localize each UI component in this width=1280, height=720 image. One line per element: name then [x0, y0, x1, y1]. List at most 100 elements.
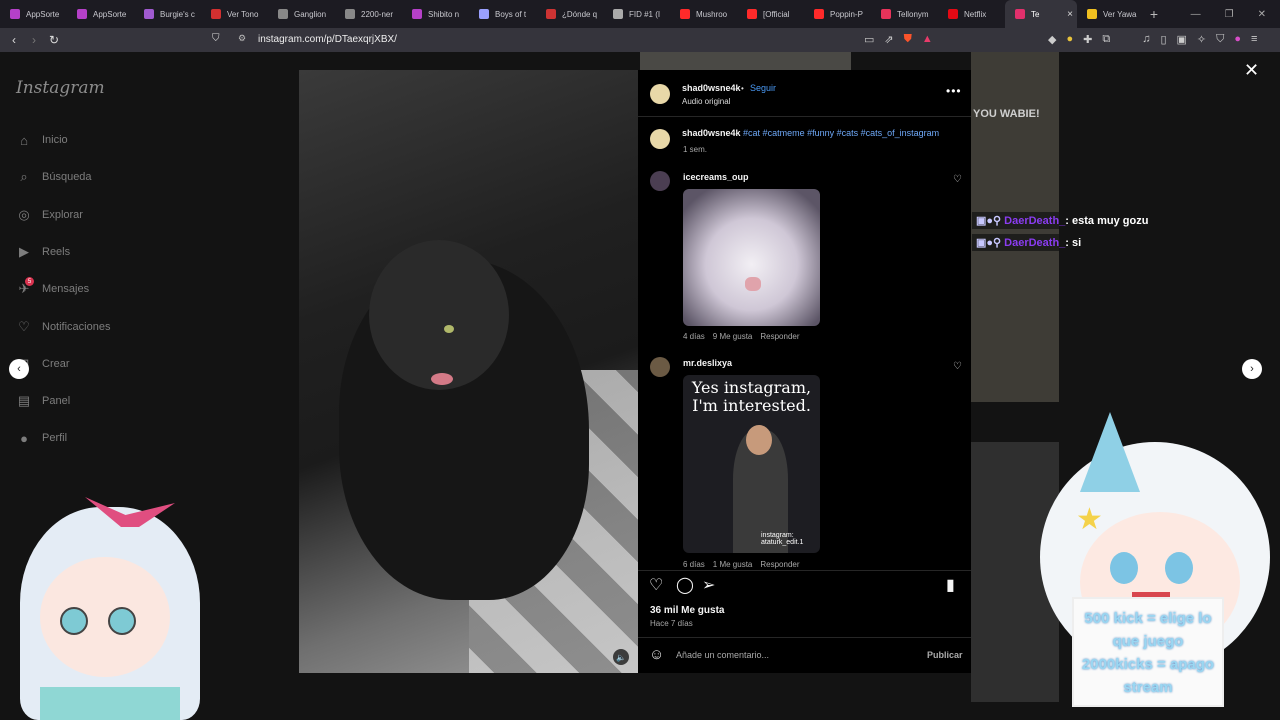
sidebar-item-mensajes[interactable]: ✈ 5 Mensajes [16, 277, 89, 297]
sidebar-item-reels[interactable]: ▶ Reels [16, 244, 70, 260]
sidebar-item-panel[interactable]: ▤ Panel [16, 393, 70, 409]
next-post-icon[interactable]: › [1242, 359, 1262, 379]
leo-icon[interactable]: ✧ [1197, 33, 1206, 46]
browser-tab[interactable]: AppSorte [0, 0, 67, 28]
avatar[interactable] [650, 84, 670, 104]
tab-label: 2200-ner [361, 9, 394, 19]
comment-input[interactable]: Añade un comentario... [676, 650, 769, 660]
sidebar-item-explorar[interactable]: ◎ Explorar [16, 207, 83, 223]
comment-icon[interactable]: ◯ [676, 575, 694, 595]
comment-image[interactable]: Yes instagram, I'm interested. instagram… [683, 375, 820, 553]
browser-tab[interactable]: Netflix [938, 0, 1005, 28]
brave-shield-icon[interactable]: ⛊ [904, 33, 912, 46]
bookmark-icon[interactable]: ⛉ [212, 33, 220, 44]
tab-label: Boys of t [495, 9, 527, 19]
cat-head [369, 240, 509, 390]
browser-tab[interactable]: Mushroo [670, 0, 737, 28]
sidebar-item-búsqueda[interactable]: ⌕ Búsqueda [16, 169, 91, 185]
vpn-icon[interactable]: ⛉ [1216, 33, 1224, 46]
reply-button[interactable]: Responder [760, 560, 799, 569]
site-info-icon[interactable]: ⚙ [238, 33, 246, 44]
tab-favicon-icon [747, 9, 757, 19]
comment-user[interactable]: icecreams_oup [683, 172, 749, 182]
comment-meta: 4 días 9 Me gusta Responder [683, 332, 800, 341]
mute-icon[interactable]: 🔈 [613, 649, 629, 665]
comment-user[interactable]: mr.deslixya [683, 358, 732, 368]
browser-tab[interactable]: Burgie's c [134, 0, 201, 28]
browser-tab[interactable]: FID #1 (I [603, 0, 670, 28]
chat-badge-icon: ▣●⚲ [976, 237, 1002, 249]
restore-icon[interactable]: ❐ [1225, 9, 1234, 20]
comment-likes[interactable]: 9 Me gusta [713, 332, 753, 341]
extension-icon[interactable]: ◆ [1048, 33, 1056, 46]
menu-icon[interactable]: ≡ [1251, 33, 1257, 46]
browser-tab[interactable]: Shibito n [402, 0, 469, 28]
caption-user[interactable]: shad0wsne4k [682, 128, 741, 138]
sidebar-item-perfil[interactable]: ● Perfil [16, 430, 67, 446]
reply-button[interactable]: Responder [760, 332, 799, 341]
extension-icon[interactable]: ⧉ [1102, 33, 1110, 46]
browser-tab[interactable]: AppSorte [67, 0, 134, 28]
follow-button[interactable]: Seguir [750, 83, 776, 93]
close-window-icon[interactable]: ✕ [1258, 9, 1266, 20]
like-icon[interactable]: ♡ [649, 575, 663, 595]
minimize-icon[interactable]: — [1191, 9, 1201, 20]
sidebar-icon[interactable]: ▯ [1160, 33, 1166, 46]
avatar[interactable] [650, 171, 670, 191]
browser-tab[interactable]: Ver Yawa [1077, 0, 1144, 28]
sidebar-item-notificaciones[interactable]: ♡ Notificaciones [16, 319, 110, 335]
forward-icon[interactable]: › [24, 33, 44, 47]
caption-hashtags[interactable]: #cat #catmeme #funny #cats #cats_of_inst… [743, 128, 939, 138]
back-icon[interactable]: ‹ [4, 33, 24, 47]
sidebar-item-inicio[interactable]: ⌂ Inicio [16, 132, 68, 148]
puzzle-icon[interactable]: ✚ [1083, 33, 1092, 46]
post-video[interactable] [299, 70, 638, 673]
cast-icon[interactable]: ▭ [864, 33, 874, 46]
tab-label: Tellonym [897, 9, 929, 19]
instagram-logo[interactable]: Instagram [16, 78, 105, 98]
post-age: Hace 7 días [650, 619, 693, 628]
reload-icon[interactable]: ↻ [44, 33, 64, 47]
extension-icon[interactable]: ● [1066, 33, 1073, 46]
more-options-icon[interactable]: ••• [946, 84, 962, 98]
share-icon[interactable]: ⇗ [884, 33, 893, 46]
browser-tab[interactable]: Ver Tono [201, 0, 268, 28]
goal-line: que juego [1112, 633, 1184, 650]
new-tab-button[interactable]: + [1144, 6, 1164, 22]
previous-post-icon[interactable]: ‹ [9, 359, 29, 379]
music-icon[interactable]: ♫ [1142, 33, 1150, 46]
browser-tab[interactable]: [Official [737, 0, 804, 28]
tab-favicon-icon [211, 9, 221, 19]
emoji-icon[interactable]: ☺ [649, 646, 664, 663]
browser-tab[interactable]: Tellonym [871, 0, 938, 28]
browser-tab[interactable]: Boys of t [469, 0, 536, 28]
publish-button[interactable]: Publicar [927, 650, 963, 660]
profile-icon: ● [20, 430, 28, 446]
comment-time: 4 días [683, 332, 705, 341]
like-comment-icon[interactable]: ♡ [953, 174, 962, 185]
brave-rewards-icon[interactable]: ▲ [922, 33, 933, 46]
comment-image[interactable] [683, 189, 820, 326]
share-icon[interactable]: ➢ [702, 575, 715, 595]
url-field[interactable]: instagram.com/p/DTaexqrjXBX/ [258, 34, 397, 45]
avatar[interactable] [650, 129, 670, 149]
save-icon[interactable]: ▮ [946, 575, 955, 595]
cat-mouth [431, 373, 453, 385]
close-tab-icon[interactable]: × [1067, 9, 1073, 20]
browser-tab[interactable]: Te × [1005, 0, 1077, 28]
instagram-page: YOU WABIE! Instagram ⌂ Inicio ⌕ Búsqueda ◎ Ex… [0, 52, 1280, 720]
like-comment-icon[interactable]: ♡ [953, 361, 962, 372]
likes-count[interactable]: 36 mil Me gusta [650, 605, 724, 616]
close-icon[interactable]: ✕ [1244, 60, 1259, 81]
comment-likes[interactable]: 1 Me gusta [713, 560, 753, 569]
post-author[interactable]: shad0wsne4k [682, 83, 741, 93]
avatar[interactable] [650, 357, 670, 377]
profile-icon[interactable]: ● [1234, 33, 1241, 46]
browser-tab[interactable]: 2200-ner [335, 0, 402, 28]
compass-icon: ◎ [18, 206, 30, 222]
audio-label[interactable]: Audio original [682, 97, 730, 106]
browser-tab[interactable]: Ganglion [268, 0, 335, 28]
browser-tab[interactable]: Poppin-P [804, 0, 871, 28]
wallet-icon[interactable]: ▣ [1177, 33, 1187, 46]
browser-tab[interactable]: ¿Dónde q [536, 0, 603, 28]
